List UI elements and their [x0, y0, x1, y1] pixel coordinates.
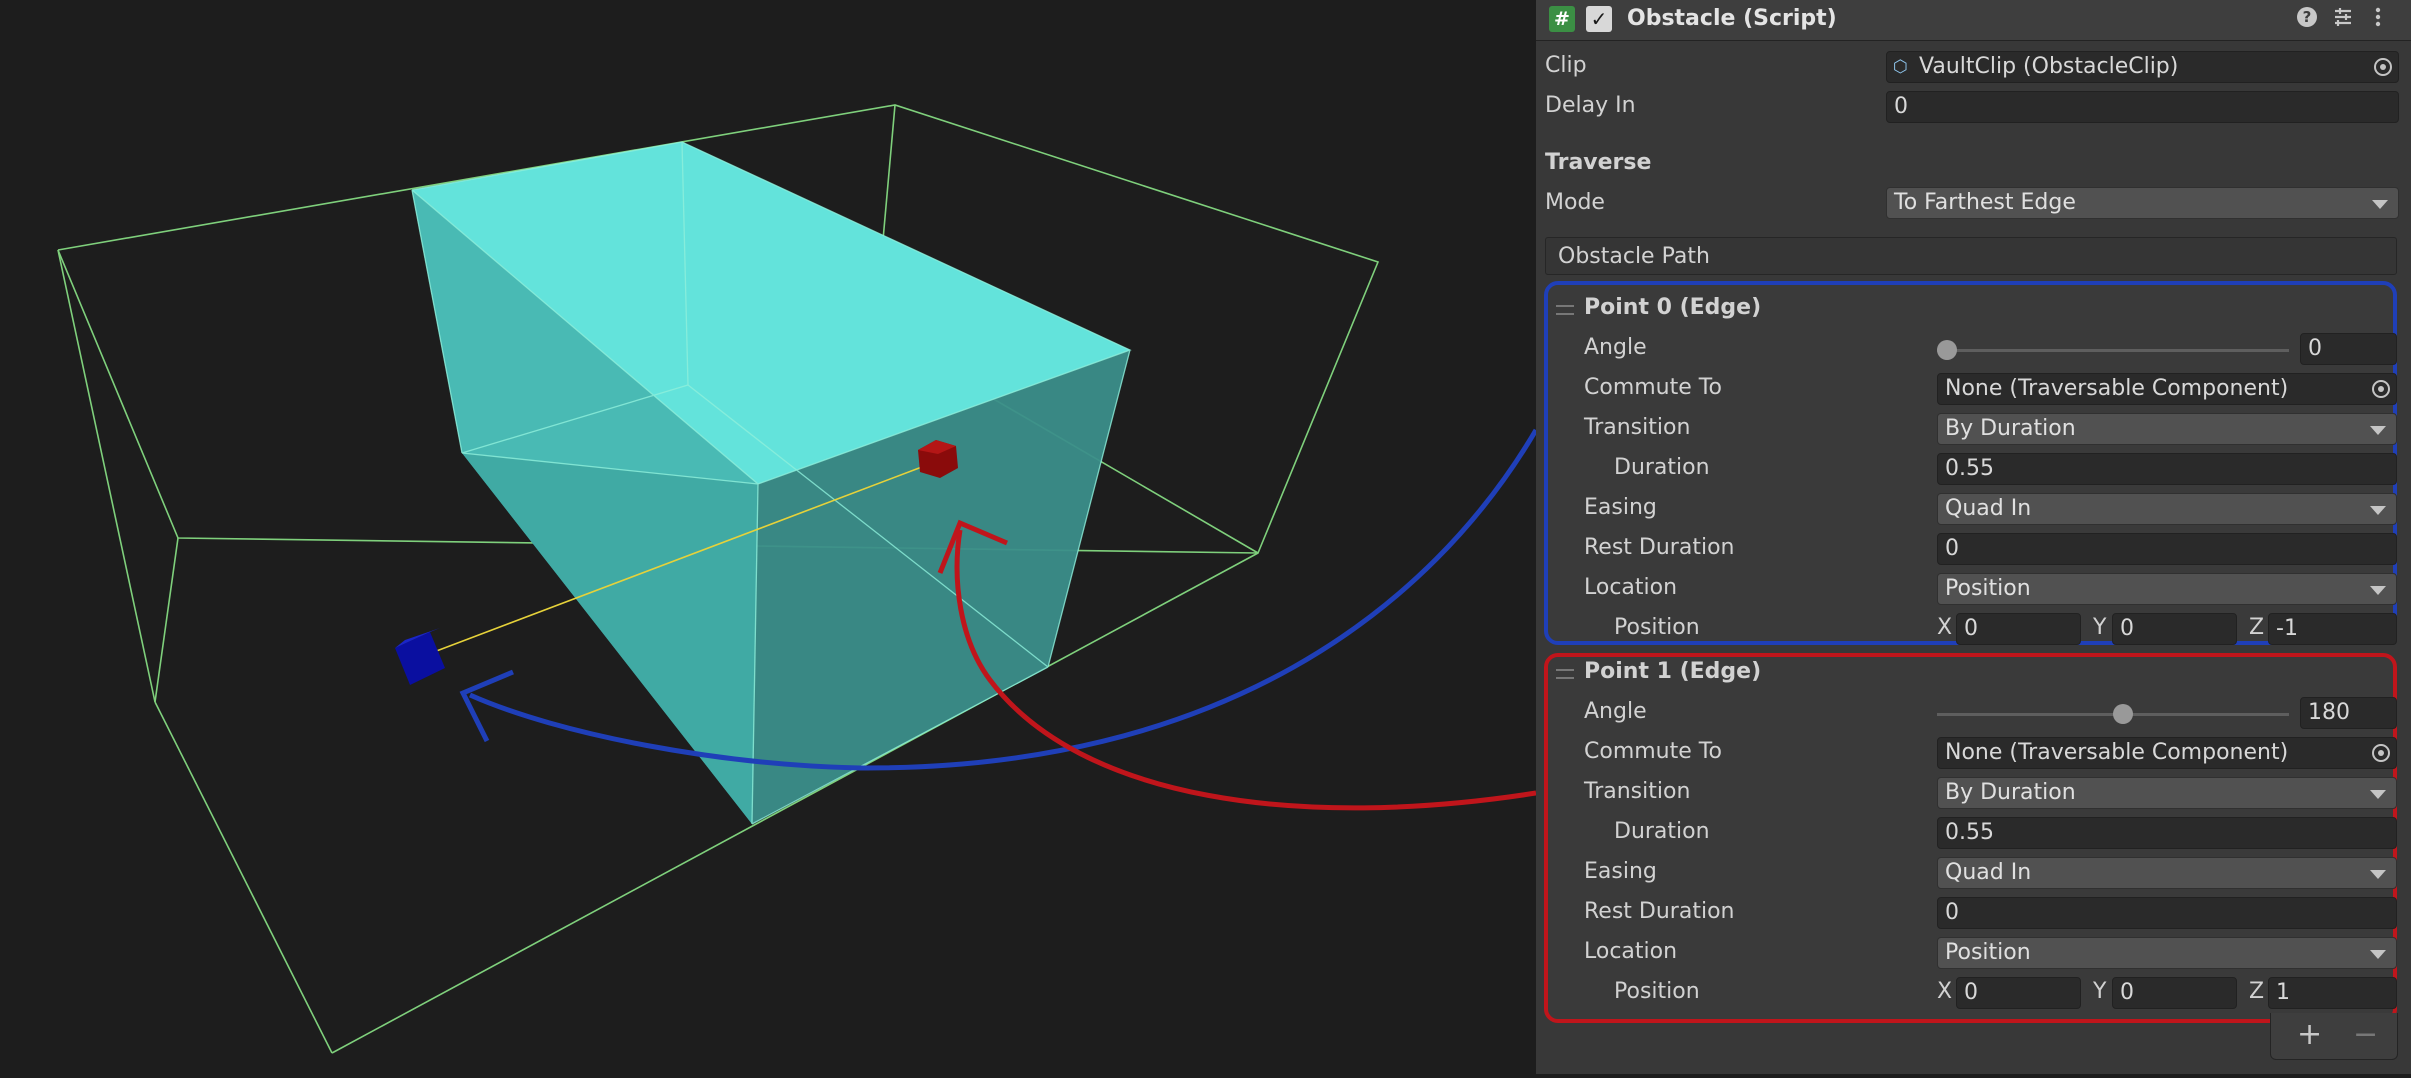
- point-1-element[interactable]: Point 1 (Edge) Angle 180 Commute To None…: [1544, 653, 2397, 1023]
- position-y-field[interactable]: 0: [2112, 613, 2237, 645]
- easing-label: Easing: [1584, 495, 1657, 520]
- delay-in-label: Delay In: [1545, 93, 1636, 118]
- help-icon[interactable]: ?: [2293, 5, 2321, 33]
- position-x-label: X: [1937, 979, 1953, 1004]
- scene-canvas[interactable]: [0, 0, 1539, 1074]
- easing-value: Quad In: [1945, 496, 2032, 521]
- angle-field[interactable]: 180: [2300, 697, 2397, 729]
- clip-object-field[interactable]: ⬡ VaultClip (ObstacleClip): [1886, 51, 2399, 83]
- location-label: Location: [1584, 575, 1678, 600]
- commute-to-value: None (Traversable Component): [1945, 740, 2289, 765]
- kebab-menu-icon[interactable]: [2364, 5, 2392, 33]
- transition-label: Transition: [1584, 779, 1691, 804]
- commute-to-label: Commute To: [1584, 375, 1722, 400]
- point-0-element[interactable]: Point 0 (Edge) Angle 0 Commute To None (…: [1544, 281, 2397, 645]
- position-x-field[interactable]: 0: [1956, 977, 2081, 1009]
- chevron-down-icon: [2370, 790, 2386, 799]
- position-y-label: Y: [2093, 979, 2107, 1004]
- angle-slider-thumb[interactable]: [1937, 340, 1957, 360]
- obstacle-box[interactable]: [412, 142, 1130, 824]
- scene-view[interactable]: [0, 0, 1539, 1074]
- chevron-down-icon: [2370, 870, 2386, 879]
- add-element-button[interactable]: +: [2297, 1017, 2322, 1052]
- commute-to-field[interactable]: None (Traversable Component): [1937, 373, 2397, 405]
- position-z-label: Z: [2249, 979, 2265, 1004]
- position-y-label: Y: [2093, 615, 2107, 640]
- chevron-down-icon: [2370, 950, 2386, 959]
- commute-to-field[interactable]: None (Traversable Component): [1937, 737, 2397, 769]
- duration-field[interactable]: 0.55: [1937, 453, 2397, 485]
- component-header[interactable]: # ✓ Obstacle (Script) ?: [1536, 0, 2411, 41]
- drag-handle-icon[interactable]: [1556, 669, 1574, 679]
- position-x-field[interactable]: 0: [1956, 613, 2081, 645]
- point-0-marker[interactable]: [395, 628, 445, 685]
- position-z-label: Z: [2249, 615, 2265, 640]
- mode-dropdown[interactable]: To Farthest Edge: [1886, 187, 2399, 219]
- object-picker-icon[interactable]: [2374, 58, 2392, 76]
- rest-duration-field[interactable]: 0: [1937, 897, 2397, 929]
- angle-slider-thumb[interactable]: [2113, 704, 2133, 724]
- position-label: Position: [1614, 979, 1700, 1004]
- position-x-label: X: [1937, 615, 1953, 640]
- location-label: Location: [1584, 939, 1678, 964]
- drag-handle-icon[interactable]: [1556, 305, 1574, 315]
- angle-label: Angle: [1584, 335, 1647, 360]
- easing-dropdown[interactable]: Quad In: [1937, 857, 2397, 889]
- traverse-header: Traverse: [1545, 150, 1652, 175]
- obstacle-path-list-header[interactable]: Obstacle Path: [1545, 237, 2397, 275]
- location-value: Position: [1945, 576, 2031, 601]
- chevron-down-icon: [2370, 506, 2386, 515]
- location-value: Position: [1945, 940, 2031, 965]
- enabled-checkbox[interactable]: ✓: [1586, 6, 1612, 32]
- position-label: Position: [1614, 615, 1700, 640]
- angle-label: Angle: [1584, 699, 1647, 724]
- rest-duration-field[interactable]: 0: [1937, 533, 2397, 565]
- clip-label: Clip: [1545, 53, 1587, 78]
- chevron-down-icon: [2370, 426, 2386, 435]
- svg-text:?: ?: [2303, 8, 2312, 26]
- commute-to-value: None (Traversable Component): [1945, 376, 2289, 401]
- mode-label: Mode: [1545, 190, 1605, 215]
- mode-value: To Farthest Edge: [1894, 190, 2076, 215]
- transition-dropdown[interactable]: By Duration: [1937, 777, 2397, 809]
- delay-in-field[interactable]: 0: [1886, 91, 2399, 123]
- easing-dropdown[interactable]: Quad In: [1937, 493, 2397, 525]
- chevron-down-icon: [2372, 200, 2388, 209]
- list-footer: + −: [2270, 1013, 2398, 1060]
- transition-value: By Duration: [1945, 780, 2076, 805]
- inspector-panel: # ✓ Obstacle (Script) ? Clip ⬡ VaultClip…: [1536, 0, 2411, 1074]
- easing-label: Easing: [1584, 859, 1657, 884]
- commute-to-label: Commute To: [1584, 739, 1722, 764]
- duration-label: Duration: [1614, 819, 1710, 844]
- remove-element-button[interactable]: −: [2353, 1017, 2378, 1052]
- preset-icon[interactable]: [2329, 5, 2357, 33]
- object-picker-icon[interactable]: [2372, 380, 2390, 398]
- scriptable-object-icon: ⬡: [1893, 57, 1908, 77]
- point-title: Point 0 (Edge): [1584, 295, 1762, 320]
- obstacle-path-label: Obstacle Path: [1558, 244, 1710, 269]
- clip-value: VaultClip (ObstacleClip): [1919, 54, 2179, 79]
- duration-label: Duration: [1614, 455, 1710, 480]
- object-picker-icon[interactable]: [2372, 744, 2390, 762]
- transition-label: Transition: [1584, 415, 1691, 440]
- location-dropdown[interactable]: Position: [1937, 573, 2397, 605]
- rest-duration-label: Rest Duration: [1584, 535, 1735, 560]
- chevron-down-icon: [2370, 586, 2386, 595]
- duration-field[interactable]: 0.55: [1937, 817, 2397, 849]
- point-title: Point 1 (Edge): [1584, 659, 1762, 684]
- component-title: Obstacle (Script): [1627, 6, 1837, 31]
- position-y-field[interactable]: 0: [2112, 977, 2237, 1009]
- position-z-field[interactable]: 1: [2268, 977, 2397, 1009]
- rest-duration-label: Rest Duration: [1584, 899, 1735, 924]
- transition-dropdown[interactable]: By Duration: [1937, 413, 2397, 445]
- easing-value: Quad In: [1945, 860, 2032, 885]
- transition-value: By Duration: [1945, 416, 2076, 441]
- angle-slider-track[interactable]: [1937, 349, 2289, 352]
- position-z-field[interactable]: -1: [2268, 613, 2397, 645]
- angle-field[interactable]: 0: [2300, 333, 2397, 365]
- location-dropdown[interactable]: Position: [1937, 937, 2397, 969]
- script-icon: #: [1549, 6, 1575, 32]
